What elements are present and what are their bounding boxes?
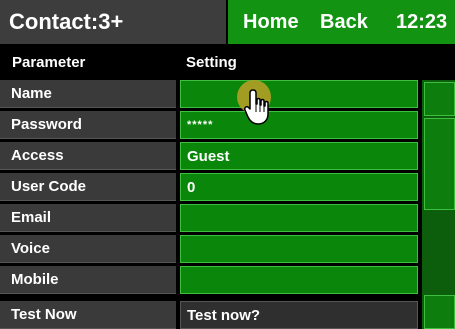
row-label: Voice (0, 235, 176, 263)
scrollbar-thumb[interactable] (424, 118, 455, 210)
row-mobile: Mobile (0, 266, 455, 294)
scroll-up-button[interactable] (424, 82, 455, 116)
row-label: Test Now (0, 301, 176, 329)
row-label: Name (0, 80, 176, 108)
row-test-now: Test Now Test now? (0, 301, 455, 329)
test-now-button[interactable]: Test now? (180, 301, 418, 329)
row-label: Email (0, 204, 176, 232)
voice-field[interactable] (180, 235, 418, 263)
mobile-field[interactable] (180, 266, 418, 294)
scroll-down-button[interactable] (424, 295, 455, 329)
nav-bar: Home Back 12:23 (228, 0, 455, 44)
row-name: Name (0, 80, 455, 108)
hand-pointer-icon (244, 89, 269, 125)
back-button[interactable]: Back (320, 11, 368, 34)
row-voice: Voice (0, 235, 455, 263)
row-label: Mobile (0, 266, 176, 294)
row-password: Password ***** (0, 111, 455, 139)
clock: 12:23 (396, 11, 448, 33)
password-field[interactable]: ***** (180, 111, 418, 139)
top-bar: Contact:3+ Home Back 12:23 (0, 0, 455, 44)
column-header: Parameter Setting (0, 48, 455, 78)
email-field[interactable] (180, 204, 418, 232)
page-title: Contact:3+ (0, 0, 228, 44)
row-label: Access (0, 142, 176, 170)
row-label: Password (0, 111, 176, 139)
name-field[interactable] (180, 80, 418, 108)
column-setting: Setting (186, 54, 237, 71)
row-user-code: User Code 0 (0, 173, 455, 201)
access-field[interactable]: Guest (180, 142, 418, 170)
home-button[interactable]: Home (243, 11, 299, 34)
user-code-field[interactable]: 0 (180, 173, 418, 201)
row-label: User Code (0, 173, 176, 201)
row-email: Email (0, 204, 455, 232)
column-parameter: Parameter (12, 54, 86, 71)
row-access: Access Guest (0, 142, 455, 170)
